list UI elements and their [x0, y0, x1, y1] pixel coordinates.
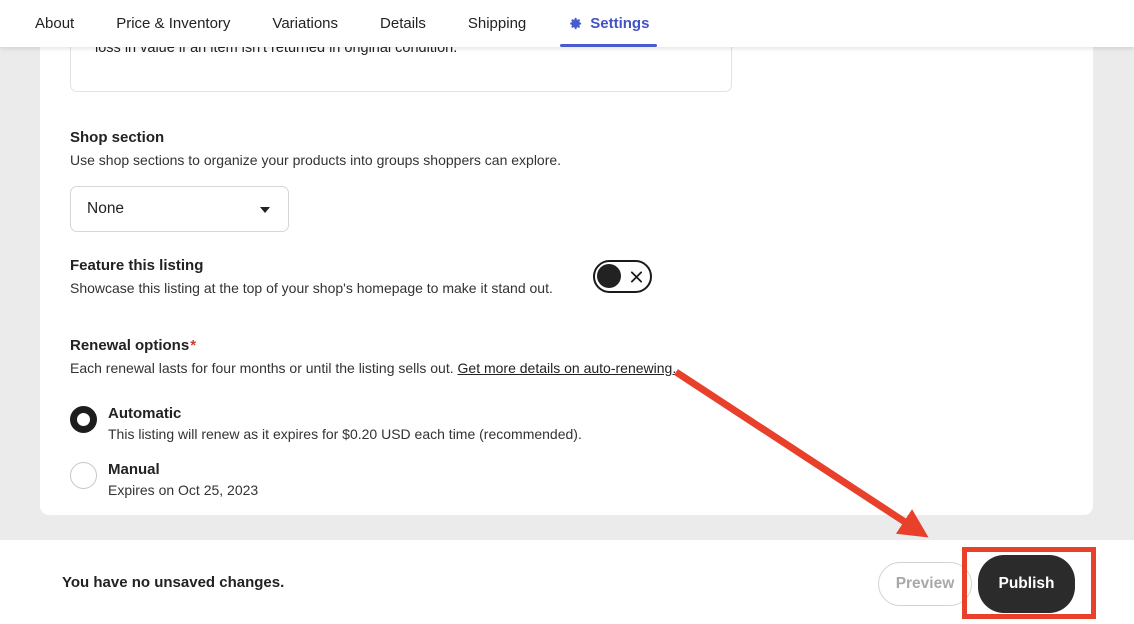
renewal-options-title: Renewal options* [70, 336, 770, 356]
renewal-options-description-text: Each renewal lasts for four months or un… [70, 360, 454, 376]
settings-card: loss in value if an item isn't returned … [40, 36, 1093, 515]
shop-section-select[interactable]: None [70, 186, 289, 232]
tab-shipping[interactable]: Shipping [447, 0, 547, 47]
preview-button-label: Preview [895, 575, 955, 592]
tab-settings-label: Settings [590, 15, 650, 32]
renewal-options-group: Renewal options* Each renewal lasts for … [70, 336, 770, 500]
shop-section-description: Use shop sections to organize your produ… [70, 152, 562, 168]
publish-button-label: Publish [998, 575, 1055, 592]
listing-tab-bar: About Price & Inventory Variations Detai… [0, 0, 1134, 47]
shop-section-group: Shop section Use shop sections to organi… [70, 128, 561, 232]
renewal-option-automatic-label: Automatic [108, 405, 182, 422]
required-asterisk: * [190, 337, 197, 354]
feature-listing-description: Showcase this listing at the top of your… [70, 280, 553, 296]
unsaved-changes-status: You have no unsaved changes. [62, 574, 285, 591]
close-x-icon [630, 270, 643, 283]
auto-renewing-details-link[interactable]: Get more details on auto-renewing. [458, 360, 677, 376]
feature-listing-title: Feature this listing [70, 257, 204, 274]
renewal-option-manual[interactable]: Manual Expires on Oct 25, 2023 [70, 460, 770, 500]
renewal-option-manual-label: Manual [108, 461, 160, 478]
tab-details-label: Details [380, 15, 426, 32]
shop-section-title: Shop section [70, 129, 165, 146]
renewal-option-automatic-description: This listing will renew as it expires fo… [108, 426, 582, 442]
tab-settings-active-underline [560, 44, 658, 47]
chevron-down-icon [260, 207, 270, 213]
renewal-options-description: Each renewal lasts for four months or un… [70, 359, 770, 378]
tab-about-label: About [35, 15, 75, 32]
preview-button[interactable]: Preview [878, 562, 972, 606]
shop-section-selected-value: None [87, 200, 125, 217]
tab-shipping-label: Shipping [467, 15, 527, 32]
toggle-knob [597, 264, 621, 288]
tab-settings[interactable]: Settings [547, 0, 670, 47]
feature-listing-group: Feature this listing Showcase this listi… [70, 256, 670, 298]
publish-button[interactable]: Publish [978, 555, 1075, 613]
tab-list: About Price & Inventory Variations Detai… [14, 0, 670, 47]
radio-automatic-indicator[interactable] [70, 406, 97, 433]
tab-price-and-inventory-label: Price & Inventory [116, 15, 231, 32]
tab-variations[interactable]: Variations [251, 0, 359, 47]
renewal-option-automatic[interactable]: Automatic This listing will renew as it … [70, 404, 770, 444]
radio-manual-indicator[interactable] [70, 462, 97, 489]
renewal-options-title-text: Renewal options [70, 337, 190, 354]
tab-variations-label: Variations [272, 15, 339, 32]
renewal-option-manual-description: Expires on Oct 25, 2023 [108, 482, 259, 498]
tab-details[interactable]: Details [359, 0, 447, 47]
tab-price-and-inventory[interactable]: Price & Inventory [95, 0, 251, 47]
listing-settings-page: loss in value if an item isn't returned … [0, 0, 1134, 624]
tab-about[interactable]: About [14, 0, 95, 47]
gear-icon [570, 17, 582, 30]
feature-listing-toggle[interactable] [593, 260, 652, 293]
